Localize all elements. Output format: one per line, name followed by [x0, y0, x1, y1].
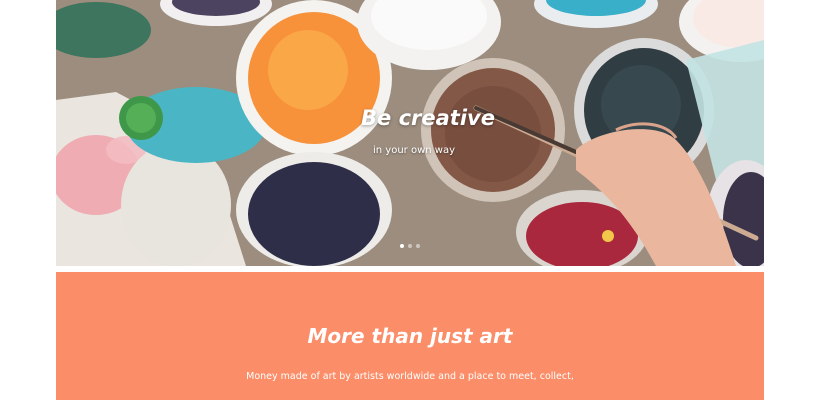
intro-text: Money made of art by artists worldwide a…	[56, 362, 764, 420]
intro-text-line-2: create and buy art	[365, 400, 455, 411]
carousel-dot-2[interactable]	[408, 244, 412, 248]
hero-title: Be creative	[361, 106, 495, 130]
intro-text-line-1: Money made of art by artists worldwide a…	[246, 371, 574, 382]
hero-carousel[interactable]: Be creative in your own way	[56, 0, 764, 266]
carousel-dot-1[interactable]	[400, 244, 404, 248]
page-frame: Be creative in your own way More than ju…	[56, 0, 764, 411]
carousel-dot-3[interactable]	[416, 244, 420, 248]
hero-subtitle: in your own way	[373, 145, 455, 156]
carousel-indicators	[400, 244, 420, 248]
intro-title: More than just art	[307, 324, 513, 348]
hero-image	[56, 0, 764, 266]
intro-section: More than just art Money made of art by …	[56, 272, 764, 411]
